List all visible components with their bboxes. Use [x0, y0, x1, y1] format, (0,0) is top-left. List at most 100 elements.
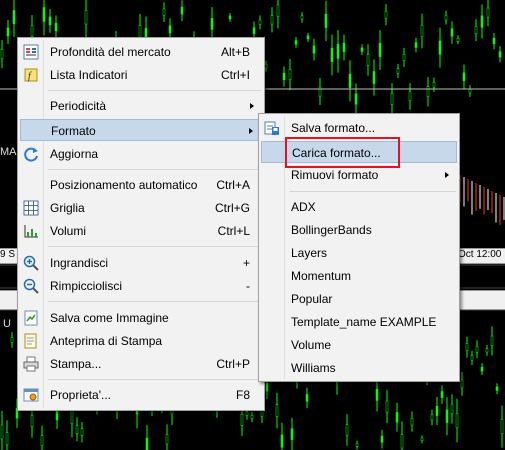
- candle-body: [330, 47, 334, 62]
- candle-body: [300, 15, 304, 20]
- candle-body: [455, 413, 459, 429]
- candle-body: [260, 409, 264, 417]
- submenu-item-template[interactable]: Volume: [261, 334, 457, 356]
- candle-body: [275, 404, 279, 417]
- menu-item-label: ADX: [291, 200, 316, 214]
- candle-body: [474, 26, 478, 35]
- candle-body: [282, 72, 286, 81]
- candle-body: [420, 437, 424, 441]
- menu-item-print-preview[interactable]: Anteprima di Stampa: [20, 330, 262, 352]
- candle-body: [312, 45, 316, 54]
- menu-item-print[interactable]: Stampa... Ctrl+P: [20, 353, 262, 375]
- submenu-item-template[interactable]: Template_name EXAMPLE: [261, 311, 457, 333]
- candle-body: [414, 42, 418, 48]
- menu-item-label: Ingrandisci: [50, 256, 109, 270]
- time-axis-label-left: 9 S: [0, 249, 16, 260]
- candle-body: [438, 40, 442, 55]
- menu-item-save-image[interactable]: Salva come Immagine: [20, 307, 262, 329]
- candle-body: [12, 10, 16, 24]
- menu-item-periodicity[interactable]: Periodicità: [20, 95, 262, 117]
- submenu-item-save-template[interactable]: Salva formato...: [261, 117, 457, 139]
- volumes-icon: [23, 223, 39, 239]
- menu-item-label: Proprieta'...: [50, 388, 111, 402]
- menu-separator: [48, 169, 261, 170]
- candle-body: [348, 73, 352, 88]
- grid-icon: [23, 200, 39, 216]
- candle-body: [162, 8, 166, 16]
- menu-item-label: Salva formato...: [291, 121, 376, 135]
- candle-body: [384, 10, 388, 19]
- candle-body: [385, 400, 389, 413]
- candle-body: [250, 415, 254, 420]
- candle-body: [228, 15, 232, 20]
- candle-body: [360, 47, 364, 52]
- candle-body: [492, 38, 496, 45]
- menu-item-label: Posizionamento automatico: [50, 178, 198, 192]
- candle-body: [210, 18, 214, 30]
- candle-body: [42, 7, 46, 22]
- candle-body: [75, 425, 79, 434]
- annotation-highlight-box: [285, 137, 400, 168]
- menu-item-shortcut: Ctrl+L: [217, 224, 250, 238]
- candle-body: [462, 72, 466, 82]
- candle-body: [375, 389, 379, 401]
- zoom-in-icon: [23, 255, 39, 271]
- candle-body: [430, 414, 434, 421]
- menu-item-zoom-in[interactable]: Ingrandisci +: [20, 252, 262, 274]
- candle-body: [5, 432, 9, 446]
- submenu-item-template[interactable]: ADX: [261, 196, 457, 218]
- candle-body: [396, 68, 400, 74]
- menu-item-shortcut: Alt+B: [220, 45, 250, 59]
- candle-body: [355, 443, 359, 447]
- candle-body: [465, 343, 469, 351]
- candle-body: [290, 428, 294, 440]
- candle-body: [336, 43, 340, 59]
- candle-body: [145, 437, 149, 450]
- candle-body: [240, 413, 244, 426]
- menu-item-label: Volumi: [50, 224, 87, 238]
- menu-item-label: Rimuovi formato: [291, 168, 379, 182]
- submenu-item-template[interactable]: Layers: [261, 242, 457, 264]
- candle-body: [70, 409, 74, 424]
- menu-item-label: Popular: [291, 292, 333, 306]
- indicators-list-icon: f: [23, 67, 39, 83]
- menu-item-label: Williams: [291, 361, 336, 375]
- candle-body: [84, 10, 88, 25]
- candle-body: [10, 337, 14, 343]
- submenu-item-template[interactable]: Momentum: [261, 265, 457, 287]
- candle-body: [324, 13, 328, 28]
- submenu-item-template[interactable]: Williams: [261, 357, 457, 379]
- menu-item-label: Layers: [291, 246, 328, 260]
- candle-body: [354, 93, 358, 105]
- menu-item-refresh[interactable]: Aggiorna: [20, 143, 262, 165]
- candle-body: [30, 25, 34, 37]
- menu-item-autoscroll[interactable]: Posizionamento automatico Ctrl+A: [20, 174, 262, 196]
- save-image-icon: [23, 310, 39, 326]
- candle-body: [258, 19, 262, 25]
- menu-item-market-depth[interactable]: Profondità del mercato Alt+B: [20, 41, 262, 63]
- candle-body: [486, 7, 490, 18]
- menu-separator: [289, 191, 456, 192]
- menu-item-grid[interactable]: Griglia Ctrl+G: [20, 197, 262, 219]
- candle-body: [270, 15, 274, 25]
- candle-body: [468, 88, 472, 94]
- submenu-item-template[interactable]: Popular: [261, 288, 457, 310]
- candle-body: [490, 335, 494, 347]
- menu-item-template[interactable]: Formato: [20, 119, 262, 141]
- candle-body: [294, 40, 298, 45]
- menu-item-properties[interactable]: Proprieta'... F8: [20, 384, 262, 406]
- candle-body: [288, 69, 292, 80]
- candle-body: [80, 428, 84, 436]
- candle-body: [265, 382, 269, 392]
- menu-item-indicators-list[interactable]: f Lista Indicatori Ctrl+I: [20, 64, 262, 86]
- submenu-item-template[interactable]: BollingerBands: [261, 219, 457, 241]
- menu-item-shortcut: Ctrl+A: [216, 178, 250, 192]
- menu-item-volumes[interactable]: Volumi Ctrl+L: [20, 220, 262, 242]
- candle-body: [444, 15, 448, 21]
- candle-body: [380, 435, 384, 443]
- menu-item-label: Aggiorna: [50, 147, 99, 161]
- menu-item-zoom-out[interactable]: Rimpicciolisci -: [20, 275, 262, 297]
- candle-body: [432, 82, 436, 88]
- candle-body: [498, 51, 502, 58]
- menu-item-label: BollingerBands: [291, 223, 372, 237]
